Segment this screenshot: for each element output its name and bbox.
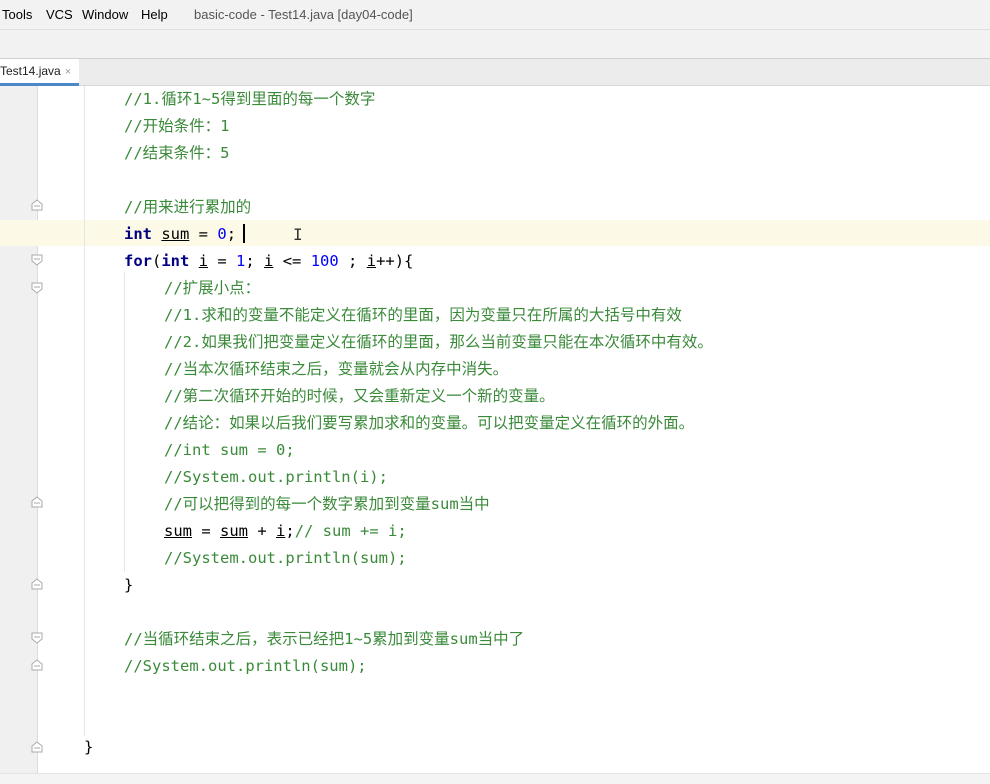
variable: i [276,522,286,540]
keyword: for [124,252,152,270]
fold-marker-icon[interactable] [31,741,43,753]
code-line: //当循环结束之后，表示已经把1~5累加到变量sum当中了 [124,630,525,648]
variable: sum [220,522,248,540]
code-text: = [192,522,220,540]
number-literal: 0 [217,225,227,243]
toolbar [0,30,990,59]
number-literal: 100 [310,252,339,270]
code-text: ( [152,252,162,270]
inline-comment: // sum += i; [294,522,407,540]
variable: i [198,252,209,270]
code-text: ; [226,225,237,243]
code-line: } [124,576,134,594]
editor-tab-bar: Test14.java × [0,59,990,86]
code-line: //System.out.println(sum); [124,657,367,675]
code-line: //结论：如果以后我们要写累加求和的变量。可以把变量定义在循环的外面。 [164,414,695,432]
code-line: //1.求和的变量不能定义在循环的里面，因为变量只在所属的大括号中有效 [164,306,682,324]
code-text: <= [273,252,311,270]
number-literal: 1 [236,252,246,270]
code-line: //System.out.println(sum); [164,549,407,567]
code-line: //结束条件：5 [124,144,230,162]
code-text: + [248,522,276,540]
code-line: int sum = 0; [124,224,236,244]
fold-marker-icon[interactable] [31,254,43,266]
editor-gutter [0,86,37,783]
code-line: //System.out.println(i); [164,468,388,486]
fold-marker-icon[interactable] [31,282,43,294]
code-text: = [208,252,237,270]
code-line: //可以把得到的每一个数字累加到变量sum当中 [164,495,490,513]
menu-bar: Tools VCS Window Help basic-code - Test1… [0,0,990,30]
fold-marker-icon[interactable] [31,632,43,644]
code-line: //扩展小点： [164,279,261,297]
code-editor[interactable] [38,86,990,783]
text-cursor-icon: I [293,225,303,244]
horizontal-scrollbar[interactable] [0,773,990,784]
tab-label: Test14.java [0,64,61,78]
code-text: = [189,225,218,243]
code-line: //当本次循环结束之后，变量就会从内存中消失。 [164,360,509,378]
indent-guide [124,272,125,572]
fold-marker-icon[interactable] [31,199,43,211]
code-line: //用来进行累加的 [124,198,252,216]
window-title: basic-code - Test14.java [day04-code] [194,7,413,22]
tab-test14-java[interactable]: Test14.java × [0,59,80,86]
variable: sum [161,225,190,243]
code-text: ++){ [376,252,414,270]
code-text: ; [285,522,295,540]
code-line: //第二次循环开始的时候，又会重新定义一个新的变量。 [164,387,555,405]
indent-guide [84,86,85,736]
fold-marker-icon[interactable] [31,496,43,508]
keyword: int [161,252,190,270]
code-line: for(int i = 1; i <= 100 ; i++){ [124,251,413,271]
menu-window[interactable]: Window [82,7,128,22]
close-icon[interactable]: × [65,66,71,78]
code-line: //开始条件：1 [124,117,230,135]
fold-marker-icon[interactable] [31,578,43,590]
code-text: ; [245,252,265,270]
text-caret [243,224,245,243]
keyword: int [124,225,152,243]
code-line: //2.如果我们把变量定义在循环的里面，那么当前变量只能在本次循环中有效。 [164,333,713,351]
menu-vcs[interactable]: VCS [46,7,73,22]
menu-help[interactable]: Help [141,7,168,22]
menu-tools[interactable]: Tools [2,7,32,22]
code-line: } [84,738,94,756]
code-line: //1.循环1~5得到里面的每一个数字 [124,90,376,108]
variable: sum [164,522,192,540]
code-text: ; [338,252,367,270]
variable: i [366,252,377,270]
code-line: //int sum = 0; [164,441,295,459]
code-line: sum = sum + i;// sum += i; [164,521,407,541]
fold-marker-icon[interactable] [31,659,43,671]
variable: i [264,252,274,270]
